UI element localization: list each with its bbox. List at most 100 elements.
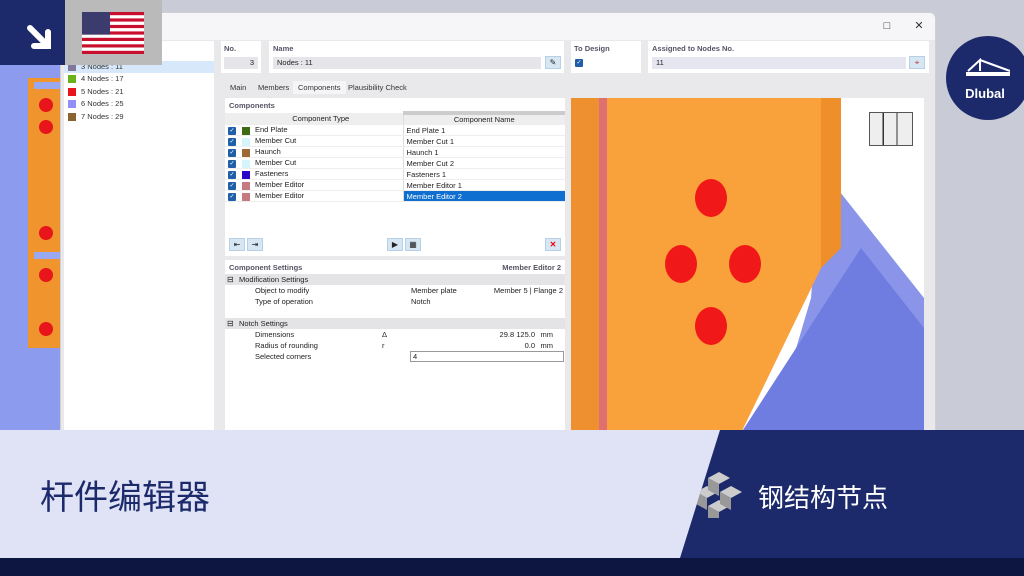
tab-plausibility-check[interactable]: Plausibility Check [343,81,412,94]
component-row[interactable]: ✓ Member Cut Member Cut 1 [225,135,565,147]
maximize-button[interactable]: □ [877,18,897,34]
arrow-badge [0,0,65,65]
node-list-item[interactable]: 4 Nodes : 17 [64,73,214,85]
bottom-strip [0,558,1024,576]
component-checkbox[interactable]: ✓ [228,170,236,179]
corners-label: Selected corners [255,352,312,361]
color-swatch-icon [68,100,76,108]
color-swatch-icon [242,137,250,146]
to-design-checkbox[interactable]: ✓ [575,59,583,67]
operation-value[interactable]: Notch [411,296,431,307]
tab-members[interactable]: Members [253,81,294,94]
component-type: Member Editor [255,180,305,190]
connection-model [571,98,924,433]
view-cube-icon[interactable] [869,112,913,146]
component-checkbox[interactable]: ✓ [228,192,236,201]
cubes-icon [696,472,742,518]
dimensions-value[interactable]: 29.8 125.0 [500,329,535,340]
component-checkbox[interactable]: ✓ [228,159,236,168]
component-type: Member Cut [255,136,297,146]
banner-subtitle: 钢结构节点 [758,484,889,514]
component-name[interactable]: Member Editor 2 [403,190,565,202]
radius-unit: mm [540,341,554,350]
node-list-label: 7 Nodes : 29 [81,111,124,121]
settings-current: Member Editor 2 [502,263,561,272]
name-field[interactable]: Nodes : 11 [273,57,541,69]
component-row[interactable]: ✓ Member Editor Member Editor 2 [225,190,565,202]
node-list-label: 6 Nodes : 25 [81,99,124,108]
us-flag-icon [82,12,144,54]
color-swatch-icon [242,159,250,168]
radius-symbol: r [382,341,385,350]
component-name[interactable]: Member Cut 1 [403,135,565,147]
delete-icon[interactable]: ✕ [545,238,561,251]
component-checkbox[interactable]: ✓ [228,181,236,190]
component-name[interactable]: End Plate 1 [403,124,565,136]
add-component-icon[interactable]: ▶ [387,238,403,251]
banner-title: 杆件编辑器 [40,478,210,518]
banner-dark: 钢结构节点 [680,430,1024,558]
color-swatch-icon [68,87,76,96]
node-list-label: 4 Nodes : 17 [81,74,124,83]
no-box: No. 3 [221,41,261,73]
component-name[interactable]: Fasteners 1 [403,168,565,180]
component-name[interactable]: Member Editor 1 [403,179,565,191]
name-label: Name [273,44,294,53]
color-swatch-icon [242,170,250,179]
bridge-logo-icon [966,58,1010,76]
to-design-box: To Design ✓ [571,41,641,73]
component-type: Member Cut [255,158,297,168]
language-badge [65,0,162,65]
edit-name-icon[interactable]: ✎ [545,56,561,69]
dimensions-symbol: Δ [382,330,388,339]
assigned-box: Assigned to Nodes No. 11 ⌖ [648,41,929,73]
move-up-icon[interactable]: ⇤ [229,238,245,251]
node-list-item[interactable]: 5 Nodes : 21 [64,86,214,98]
notch-section[interactable]: Notch Settings [225,318,565,329]
node-list-item[interactable]: 7 Nodes : 29 [64,111,214,123]
pick-nodes-icon[interactable]: ⌖ [909,56,925,69]
component-row[interactable]: ✓ Member Editor Member Editor 1 [225,179,565,191]
object-value[interactable]: Member plate [411,285,457,296]
3d-viewport[interactable] [571,98,924,433]
corners-input[interactable]: 4 [410,351,564,362]
close-button[interactable]: ✕ [909,18,929,34]
operation-label: Type of operation [255,297,313,306]
components-panel: Components Component Type Component Name … [225,98,565,256]
color-swatch-icon [242,148,250,157]
components-table: Component Type Component Name ✓ End Plate E… [225,111,565,202]
settings-panel: Component Settings Member Editor 2 Modif… [225,260,565,433]
title-banner: 杆件编辑器 钢结构节点 [0,430,1024,558]
component-row[interactable]: ✓ End Plate End Plate 1 [225,124,565,136]
node-list-item[interactable]: 6 Nodes : 25 [64,98,214,110]
radius-label: Radius of rounding [255,341,318,350]
col-name-header: Component Name [403,111,565,125]
no-field[interactable]: 3 [224,57,258,69]
component-row[interactable]: ✓ Fasteners Fasteners 1 [225,168,565,180]
radius-value[interactable]: 0.0 [525,340,535,351]
node-list: 2 Nodes : 93 Nodes : 114 Nodes : 175 Nod… [64,41,214,433]
component-type: End Plate [255,125,288,135]
component-row[interactable]: ✓ Haunch Haunch 1 [225,146,565,158]
name-box: Name Nodes : 11 ✎ [269,41,564,73]
tab-main[interactable]: Main [225,81,251,94]
component-checkbox[interactable]: ✓ [228,126,236,135]
node-list-label: 5 Nodes : 21 [81,86,124,96]
object-label: Object to modify [255,286,310,295]
component-checkbox[interactable]: ✓ [228,137,236,146]
component-name[interactable]: Member Cut 2 [403,157,565,169]
object-value-2[interactable]: Member 5 | Flange 2 [494,285,563,296]
library-icon[interactable]: ▦ [405,238,421,251]
settings-title: Component Settings [229,263,303,272]
assigned-field[interactable]: 11 [652,57,906,69]
color-swatch-icon [242,181,250,190]
component-type: Fasteners [255,169,289,179]
component-name[interactable]: Haunch 1 [403,146,565,158]
component-checkbox[interactable]: ✓ [228,148,236,157]
modification-section[interactable]: Modification Settings [225,274,565,285]
arrow-down-right-icon [27,25,51,49]
tab-components[interactable]: Components [293,81,346,94]
move-down-icon[interactable]: ⇥ [247,238,263,251]
to-design-label: To Design [574,44,610,53]
component-row[interactable]: ✓ Member Cut Member Cut 2 [225,157,565,169]
